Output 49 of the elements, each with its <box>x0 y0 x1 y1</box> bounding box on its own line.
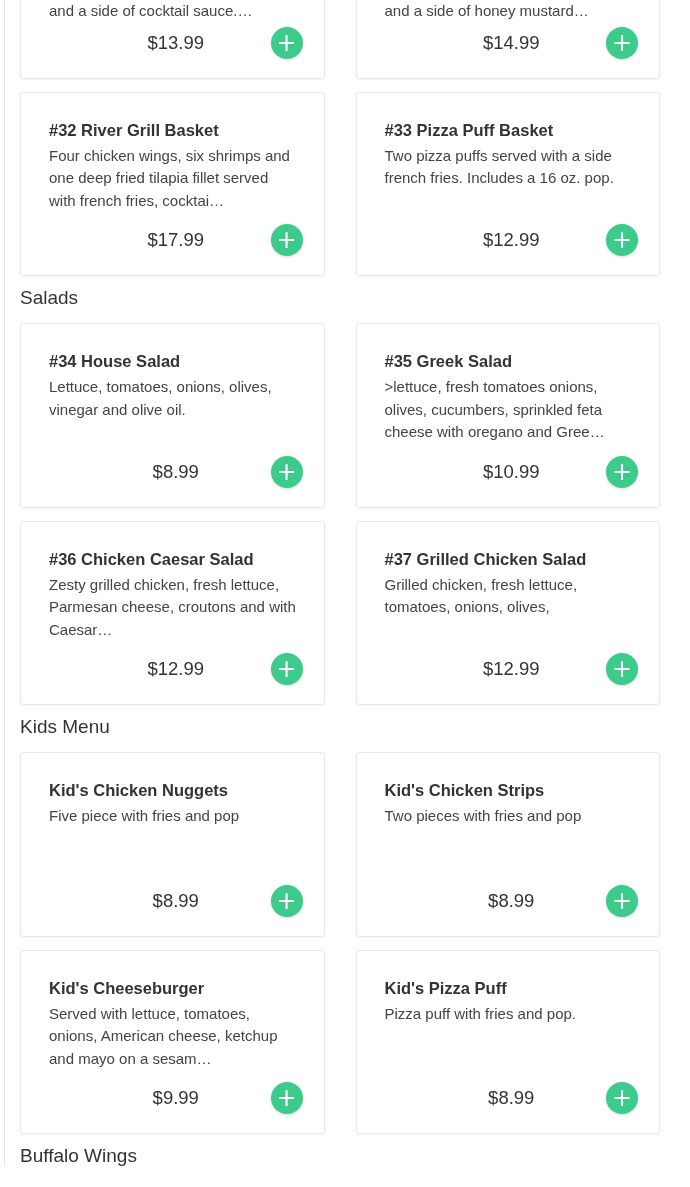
section-heading: Buffalo Wings <box>20 1146 138 1166</box>
add-button[interactable]: + <box>606 224 638 256</box>
item-price: $12.99 <box>482 658 540 680</box>
section-heading: Kids Menu <box>20 717 111 737</box>
item-description: Two pizza puffs served with a side french fries. Includes a 16 oz. pop. <box>384 145 615 188</box>
add-button[interactable]: + <box>270 26 303 59</box>
add-button[interactable]: + <box>270 224 303 256</box>
item-price: $8.99 <box>488 889 535 912</box>
item-price: $12.99 <box>482 229 540 251</box>
item-price: $9.99 <box>152 1087 199 1109</box>
item-description: Lettuce, tomatoes, onions, olives, vinegar and olive oil. <box>49 377 273 420</box>
add-button[interactable]: + <box>270 884 303 917</box>
item-description: Pizza puff with fries and pop. <box>384 1003 577 1024</box>
add-button[interactable]: + <box>606 1082 638 1114</box>
item-description: Grilled chicken, fresh lettuce, tomatoes, onions, olives, <box>384 574 579 617</box>
section-heading: Salads <box>20 288 80 308</box>
item-title: #32 River Grill Basket <box>49 119 220 141</box>
item-description: Four chicken wings, six shrimps and one deep fried tilapia fillet served with french fries, cocktai… <box>49 145 291 211</box>
item-price: $8.99 <box>152 460 199 483</box>
item-description: and a side of honey mustard… <box>384 1 590 21</box>
item-price: $13.99 <box>147 31 205 54</box>
item-description: and a side of cocktail sauce.… <box>49 1 254 21</box>
item-title: #35 Greek Salad <box>384 351 513 372</box>
item-description: Five piece with fries and pop <box>49 806 241 826</box>
add-button[interactable]: + <box>606 653 638 685</box>
item-title: Kid's Chicken Strips <box>384 780 546 801</box>
item-title: Kid's Pizza Puff <box>384 977 508 999</box>
item-title: Kid's Cheeseburger <box>49 977 206 999</box>
add-button[interactable]: + <box>606 455 638 488</box>
item-title: Kid's Chicken Nuggets <box>49 780 230 801</box>
item-price: $17.99 <box>147 229 205 251</box>
item-description: Served with lettuce, tomatoes, onions, American cheese, ketchup and mayo on a sesam… <box>49 1003 279 1069</box>
item-price: $14.99 <box>482 31 540 54</box>
add-button[interactable]: + <box>270 653 303 685</box>
add-button[interactable]: + <box>270 455 303 488</box>
item-title: #34 House Salad <box>49 351 182 372</box>
item-title: #33 Pizza Puff Basket <box>384 119 555 141</box>
item-price: $12.99 <box>147 658 205 680</box>
item-description: >lettuce, fresh tomatoes onions, olives, cucumbers, sprinkled feta cheese with oregano and Gree… <box>384 377 606 442</box>
add-button[interactable]: + <box>270 1082 303 1114</box>
item-title: #36 Chicken Caesar Salad <box>49 548 255 570</box>
add-button[interactable]: + <box>606 26 638 59</box>
item-description: Two pieces with fries and pop <box>384 806 583 826</box>
item-description: Zesty grilled chicken, fresh lettuce, Parmesan cheese, croutons and with Caesar… <box>49 574 297 640</box>
item-title: #37 Grilled Chicken Salad <box>384 548 588 570</box>
item-price: $8.99 <box>152 889 199 912</box>
add-button[interactable]: + <box>606 884 638 917</box>
item-price: $10.99 <box>482 460 540 483</box>
item-price: $8.99 <box>488 1087 535 1109</box>
